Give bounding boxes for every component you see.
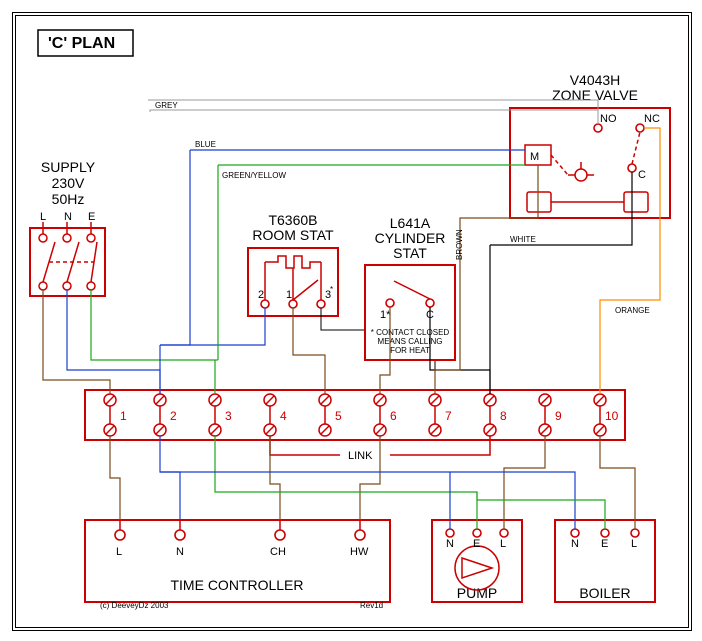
zone-motor: M <box>530 151 539 163</box>
wire-white: WHITE <box>510 235 536 244</box>
pump-N: N <box>446 538 454 550</box>
boiler: BOILER N E L <box>555 520 655 602</box>
zone-model: V4043H <box>570 72 621 88</box>
supply-N: N <box>64 211 72 223</box>
pump: PUMP N E L <box>432 520 522 602</box>
boiler-E: E <box>601 538 608 550</box>
cyl-label1: CYLINDER <box>375 230 446 246</box>
footer-rev: Rev1d <box>360 601 383 610</box>
time-controller: TIME CONTROLLER L N CH HW <box>85 520 390 602</box>
supply-label: SUPPLY <box>41 159 96 175</box>
tc-CH: CH <box>270 546 286 558</box>
wire-gy: GREEN/YELLOW <box>222 171 286 180</box>
wiring-centre: 1 2 3 4 5 6 7 8 9 10 LINK <box>85 390 625 462</box>
wc-6: 6 <box>390 409 397 423</box>
zone-label: ZONE VALVE <box>552 87 638 103</box>
wire-brown: BROWN <box>455 229 464 260</box>
tc-label: TIME CONTROLLER <box>170 577 303 593</box>
rs-2: 2 <box>258 289 264 301</box>
zone-nc: NC <box>644 113 660 125</box>
supply-freq: 50Hz <box>52 191 85 207</box>
boiler-L: L <box>631 538 637 550</box>
wc-10: 10 <box>605 409 619 423</box>
supply-voltage: 230V <box>52 175 85 191</box>
cyl-note3: FOR HEAT <box>390 346 430 355</box>
wire-grey: GREY <box>155 101 178 110</box>
rs-star: * <box>330 285 333 294</box>
supply-L: L <box>40 211 46 223</box>
supply-E: E <box>88 211 95 223</box>
roomstat-label: ROOM STAT <box>252 227 334 243</box>
cyl-note1: * CONTACT CLOSED <box>371 328 450 337</box>
pump-L: L <box>500 538 506 550</box>
wc-5: 5 <box>335 409 342 423</box>
cyl-model: L641A <box>390 215 431 231</box>
link-label: LINK <box>348 450 373 462</box>
wc-2: 2 <box>170 409 177 423</box>
footer-copy: (c) DeeveyDz 2003 <box>100 601 169 610</box>
zone-c: C <box>638 169 646 181</box>
room-stat: T6360B ROOM STAT 2 1 3 * <box>248 212 338 316</box>
diagram-svg: 'C' PLAN 1 2 3 4 5 6 <box>0 0 702 641</box>
roomstat-model: T6360B <box>268 212 317 228</box>
wc-9: 9 <box>555 409 562 423</box>
pump-E: E <box>473 538 480 550</box>
supply-block: SUPPLY 230V 50Hz L N E <box>30 159 105 296</box>
wc-7: 7 <box>445 409 452 423</box>
cyl-note2: MEANS CALLING <box>378 337 443 346</box>
pump-label: PUMP <box>457 585 497 601</box>
cyl-label2: STAT <box>393 245 427 261</box>
wc-8: 8 <box>500 409 507 423</box>
boiler-N: N <box>571 538 579 550</box>
boiler-label: BOILER <box>579 585 630 601</box>
wire-orange: ORANGE <box>615 306 650 315</box>
tc-L: L <box>116 546 122 558</box>
wc-3: 3 <box>225 409 232 423</box>
wire-blue: BLUE <box>195 140 216 149</box>
title: 'C' PLAN <box>48 35 115 52</box>
rs-1: 1 <box>286 289 292 301</box>
wc-1: 1 <box>120 409 127 423</box>
zone-no: NO <box>600 113 617 125</box>
cylinder-stat: L641A CYLINDER STAT 1* C * CONTACT CLOSE… <box>365 215 455 360</box>
wc-4: 4 <box>280 409 287 423</box>
zone-valve: V4043H ZONE VALVE M NO NC C <box>510 72 670 218</box>
tc-HW: HW <box>350 546 369 558</box>
tc-N: N <box>176 546 184 558</box>
page: { "title": "'C' PLAN", "supply": { "labe… <box>0 0 702 641</box>
